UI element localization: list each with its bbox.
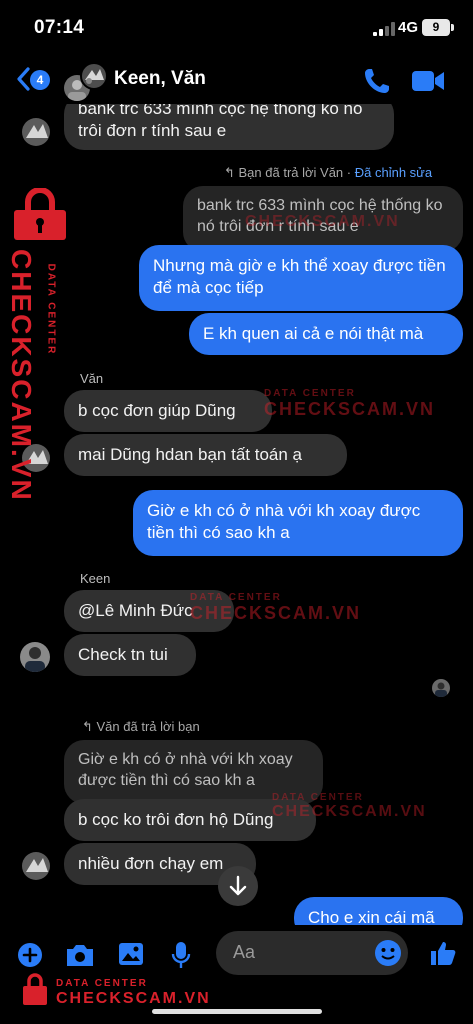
back-chevron-overlay-icon [17,67,30,91]
message-text: nhiều đơn chạy em [78,854,224,873]
thumbs-up-icon[interactable] [429,939,457,967]
message-text: Check tn tui [78,645,168,664]
edited-label[interactable]: Đã chỉnh sửa [355,165,432,180]
message-text: E kh quen ai cả e nói thật mà [203,324,424,343]
watermark-vertical: CHECKSCAM.VN DATA CENTER [6,240,57,502]
watermark-lock-icon [14,188,66,240]
reply-indicator: ↰ Bạn đã trả lời Văn · Đã chỉnh sửa [224,165,433,180]
message-text: Nhưng mà giờ e kh thể xoay được tiền để … [153,256,446,297]
phone-call-overlay-icon [365,69,389,93]
signal-icon [373,22,395,36]
microphone-icon[interactable] [170,940,192,970]
emoji-icon[interactable] [374,939,402,967]
sender-name: Keen [80,571,111,586]
message-text: Giờ e kh có ở nhà với kh xoay được tiền … [147,501,421,542]
sender-avatar[interactable] [22,852,50,880]
reply-arrow-icon: ↰ [224,165,239,180]
read-receipt-avatar [432,679,450,697]
video-call-overlay-icon [412,71,444,91]
message-text: bank trc 633 mình cọc hệ thống ko nó trô… [78,99,363,140]
message-text: b cọc đơn giúp Dũng [78,401,236,420]
home-indicator[interactable] [152,1009,322,1014]
clock: 07:14 [34,17,85,38]
quoted-text: Giờ e kh có ở nhà với kh xoay được tiền … [78,751,293,789]
sender-name: Văn [80,371,104,386]
message-input-placeholder: Aa [233,942,256,962]
message-text: mai Dũng hdan bạn tất toán ạ [78,445,302,464]
reply-indicator: ↰ Văn đã trả lời bạn [82,719,200,734]
watermark-faint: DATA CENTER CHECKSCAM.VN [264,388,436,419]
watermark-brand: CHECKSCAM.VN [56,990,211,1007]
watermark-faint: DATA CENTER CHECKSCAM.VN [190,592,362,623]
plus-icon[interactable] [17,942,43,968]
camera-icon[interactable] [64,941,96,969]
battery-icon: 9 [422,19,454,36]
status-bar: 07:14 4G 9 [0,0,473,50]
message-bubble-outgoing[interactable]: Nhưng mà giờ e kh thể xoay được tiền để … [139,245,463,311]
message-bubble-incoming[interactable]: Check tn tui [64,634,196,676]
group-avatar-secondary-overlay [80,62,108,90]
watermark-lock-icon [23,973,47,1005]
watermark-faint: DATA CENTER CHECKSCAM.VN [272,792,427,820]
gallery-icon[interactable] [117,941,145,967]
message-text: b cọc ko trôi đơn hộ Dũng [78,810,274,829]
reply-arrow-icon: ↰ [82,719,97,734]
sender-avatar[interactable] [22,118,50,146]
message-bubble-incoming[interactable]: mai Dũng hdan bạn tất toán ạ [64,434,347,476]
arrow-down-icon [229,875,247,896]
scroll-to-bottom-button[interactable] [218,866,258,906]
message-bubble-outgoing[interactable]: E kh quen ai cả e nói thật mà [189,313,463,355]
watermark-label: DATA CENTER [45,263,57,356]
network-type: 4G [398,19,419,36]
watermark-brand: CHECKSCAM.VN [6,249,37,502]
message-bubble-outgoing[interactable]: Giờ e kh có ở nhà với kh xoay được tiền … [133,490,463,556]
watermark-label: DATA CENTER [56,978,148,989]
watermark-faint: CHECKSCAM.VN [245,213,400,230]
mention-text: @Lê Minh Đức [78,601,193,620]
conversation-title-overlay: Keen, Văn [114,68,206,89]
sender-avatar[interactable] [20,642,50,672]
